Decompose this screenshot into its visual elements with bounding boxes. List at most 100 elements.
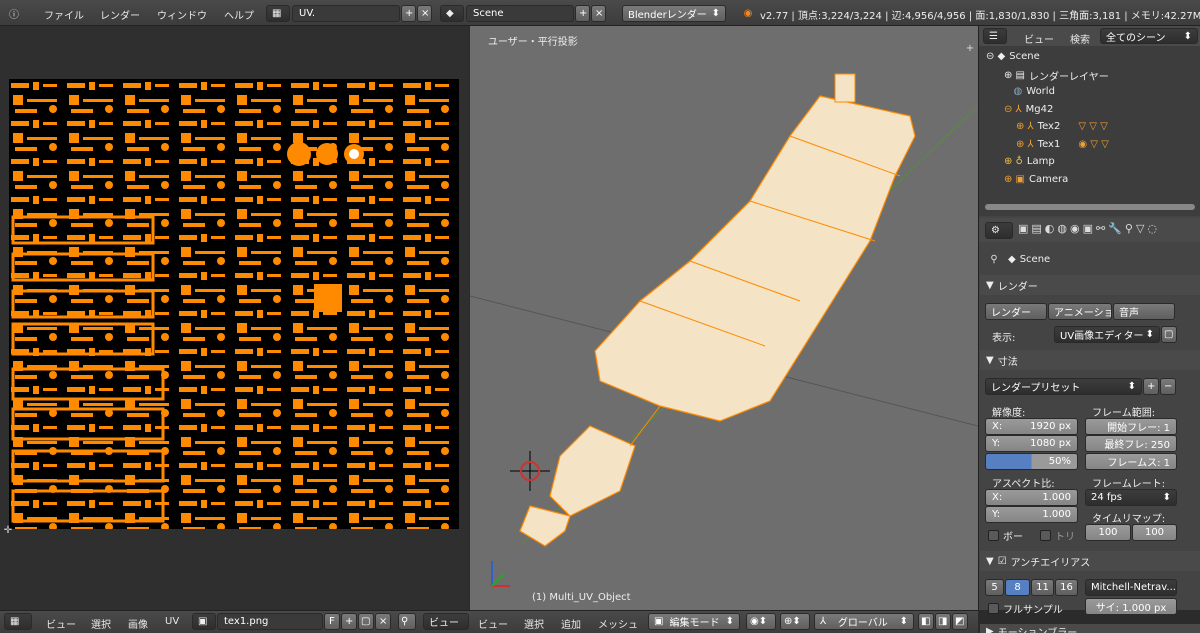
aa-samples-16[interactable]: 16 <box>1055 579 1078 596</box>
pivot-select[interactable]: ⊕⬍ <box>780 613 810 630</box>
viewport-menu-view[interactable]: ビュー <box>478 616 508 631</box>
outliner-editor-icon[interactable]: ☰ <box>983 28 1007 44</box>
render-engine-select[interactable]: Blenderレンダー ⬍ <box>622 5 726 22</box>
res-y-label: Y: <box>992 438 1001 449</box>
menu-window[interactable]: ウィンドウ <box>157 7 207 22</box>
add-preset-button[interactable]: + <box>1143 378 1159 395</box>
layer-button-1[interactable]: ◧ <box>918 613 934 630</box>
res-x-value: 1920 px <box>1030 421 1071 432</box>
outliner-item-mg42[interactable]: ⊝ ⅄ Mg42 <box>1004 104 1053 115</box>
image-name-field[interactable]: tex1.png <box>217 613 323 630</box>
outliner-item-tex1-label: Tex1 <box>1037 139 1061 150</box>
full-sample-checkbox[interactable]: フルサンプル <box>988 601 1063 616</box>
uv-view-mode-button[interactable]: ビュー <box>423 613 469 630</box>
display-select[interactable]: UV画像エディター ⬍ <box>1054 326 1160 343</box>
pin-image-button[interactable]: ⚲ <box>398 613 416 630</box>
menu-help[interactable]: ヘルプ <box>224 7 254 22</box>
aa-section-header[interactable]: ▼ ☑ アンチエイリアス <box>980 551 1200 571</box>
filter-size-field[interactable]: サイ: 1.000 px <box>1085 598 1177 615</box>
frame-start-field[interactable]: 開始フレー: 1 <box>1085 418 1177 435</box>
outliner-item-scene[interactable]: ⊝ ◆ Scene <box>986 51 1040 62</box>
uv-editor-type-icon[interactable]: ▦ <box>4 613 32 630</box>
framerate-select[interactable]: 24 fps ⬍ <box>1085 489 1177 506</box>
layer-button-2[interactable]: ◨ <box>935 613 951 630</box>
viewport-3d[interactable] <box>470 26 978 610</box>
lock-interface-button[interactable]: ▢ <box>1161 326 1177 343</box>
frame-end-field[interactable]: 最終フレ: 250 <box>1085 435 1177 452</box>
motion-blur-section-header[interactable]: ▶ モーションブラー <box>980 624 1200 633</box>
aa-samples-5[interactable]: 5 <box>985 579 1004 596</box>
orientation-select[interactable]: ⅄ グローバル ⬍ <box>814 613 914 630</box>
remap-new-field[interactable]: 100 <box>1132 524 1177 541</box>
outliner-scrollbar[interactable] <box>985 204 1195 210</box>
pin-icon[interactable]: ⚲ <box>986 251 1002 267</box>
render-section-header[interactable]: ▼ レンダー <box>980 275 1200 295</box>
aa-filter-select[interactable]: Mitchell-Netrav... <box>1085 579 1177 596</box>
outliner-filter-select[interactable]: 全てのシーン ⬍ <box>1100 28 1198 44</box>
viewport-menu-select[interactable]: 選択 <box>524 616 544 631</box>
outliner-item-tex1[interactable]: ⊕ ⅄ Tex1 ◉ ▽ ▽ <box>1016 139 1109 150</box>
aa-samples-11[interactable]: 11 <box>1031 579 1054 596</box>
remap-old-field[interactable]: 100 <box>1085 524 1131 541</box>
screen-layout-field[interactable]: UV. <box>292 5 400 22</box>
uv-menu-view[interactable]: ビュー <box>46 616 76 631</box>
properties-tabs[interactable]: ▣▤◐◍◉▣⚯🔧⚲▽◌ <box>1018 222 1198 239</box>
res-y-field[interactable]: Y: 1080 px <box>985 435 1078 452</box>
new-image-button[interactable]: + <box>341 613 357 630</box>
animation-button[interactable]: アニメーショ <box>1048 303 1112 320</box>
dimensions-section-header[interactable]: ▼ 寸法 <box>980 350 1200 370</box>
image-browse-icon[interactable]: ▣ <box>192 613 216 630</box>
frame-step-field[interactable]: フレームス: 1 <box>1085 453 1177 470</box>
audio-button[interactable]: 音声 <box>1113 303 1175 320</box>
uv-menu-uv[interactable]: UV <box>165 616 179 627</box>
chevron-updown-icon: ⬍ <box>725 616 734 627</box>
remove-scene-button[interactable]: × <box>591 5 606 22</box>
remove-screen-button[interactable]: × <box>417 5 432 22</box>
crop-checkbox[interactable]: トリ <box>1040 528 1075 543</box>
aspect-y-field[interactable]: Y: 1.000 <box>985 506 1078 523</box>
aa-checkbox-icon[interactable]: ☑ <box>998 556 1007 567</box>
border-checkbox[interactable]: ボー <box>988 528 1023 543</box>
outliner-item-tex2[interactable]: ⊕ ⅄ Tex2 ▽ ▽ ▽ <box>1016 121 1108 132</box>
uv-menu-image[interactable]: 画像 <box>128 616 148 631</box>
outliner-menu-search[interactable]: 検索 <box>1070 31 1090 46</box>
render-button[interactable]: レンダー <box>985 303 1047 320</box>
chevron-down-icon: ▼ <box>986 354 994 366</box>
chevron-updown-icon: ⬍ <box>1162 492 1171 503</box>
layer-button-3[interactable]: ◩ <box>952 613 968 630</box>
res-percent-slider[interactable]: 50% <box>985 453 1078 470</box>
fake-user-button[interactable]: F <box>324 613 340 630</box>
resolution-label: 解像度: <box>992 408 1026 419</box>
mode-select[interactable]: ▣ 編集モード ⬍ <box>648 613 740 630</box>
remove-preset-button[interactable]: − <box>1160 378 1176 395</box>
scene-field[interactable]: Scene <box>466 5 574 22</box>
uv-texture-image[interactable] <box>9 79 459 529</box>
uv-menu-select[interactable]: 選択 <box>91 616 111 631</box>
viewport-menu-mesh[interactable]: メッシュ <box>598 616 638 631</box>
add-scene-button[interactable]: + <box>575 5 590 22</box>
aa-samples-8[interactable]: 8 <box>1005 579 1030 596</box>
outliner-item-renderlayer[interactable]: ⊕ ▤ レンダーレイヤー <box>1004 68 1109 83</box>
render-preset-select[interactable]: レンダープリセット ⬍ <box>985 378 1142 395</box>
properties-editor-icon[interactable]: ⚙ <box>985 222 1013 239</box>
outliner-item-world[interactable]: ◍ World <box>1004 86 1055 97</box>
outliner-menu-view[interactable]: ビュー <box>1024 31 1054 46</box>
unlink-image-button[interactable]: × <box>375 613 391 630</box>
shading-select[interactable]: ◉⬍ <box>746 613 776 630</box>
menu-file[interactable]: ファイル <box>44 7 84 22</box>
info-editor-icon[interactable]: ⓘ <box>6 5 22 21</box>
aspect-x-field[interactable]: X: 1.000 <box>985 489 1078 506</box>
open-image-button[interactable]: ▢ <box>358 613 374 630</box>
outliner-item-camera[interactable]: ⊕ ▣ Camera <box>1004 174 1068 185</box>
add-screen-button[interactable]: + <box>401 5 416 22</box>
viewport-plus-icon[interactable]: + <box>962 40 978 56</box>
mode-label: 編集モード <box>669 618 720 629</box>
outliner-item-lamp[interactable]: ⊕ ♁ Lamp <box>1004 156 1055 167</box>
motion-section-label: モーションブラー <box>997 627 1078 633</box>
scene-icon[interactable]: ◆ <box>440 5 464 22</box>
render-engine-label: Blenderレンダー <box>628 10 707 21</box>
screen-layout-icon[interactable]: ▦ <box>266 5 290 22</box>
menu-render[interactable]: レンダー <box>100 7 140 22</box>
res-x-field[interactable]: X: 1920 px <box>985 418 1078 435</box>
viewport-menu-add[interactable]: 追加 <box>561 616 581 631</box>
